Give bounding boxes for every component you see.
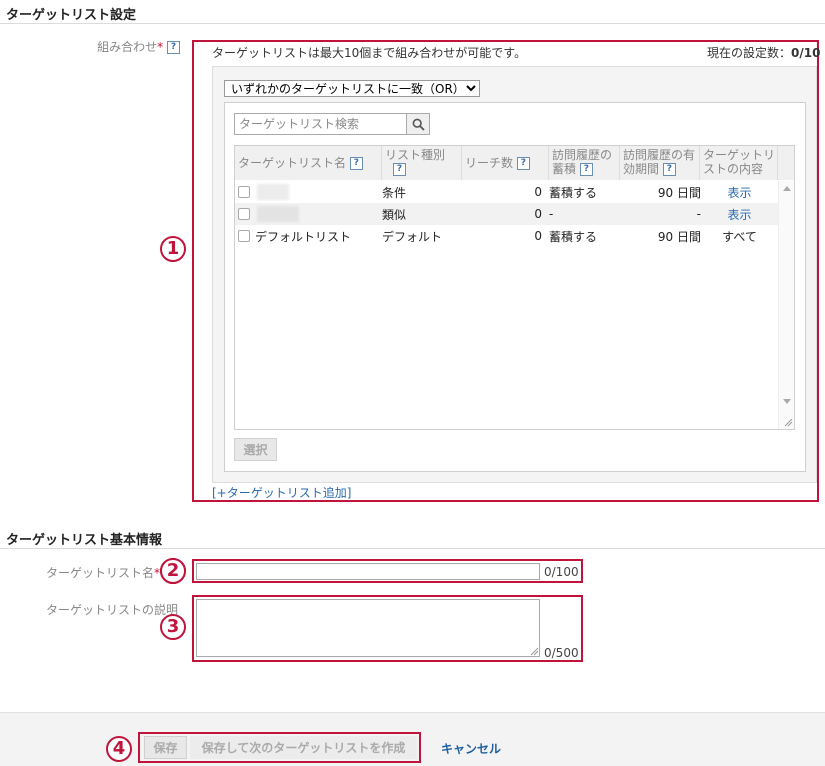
section-title-basic-info: ターゲットリスト基本情報 [6,533,163,548]
resize-grip-icon[interactable] [783,417,793,427]
row-checkbox[interactable] [238,186,250,198]
row-content-link[interactable]: 表示 [701,206,778,223]
table-scrollbar[interactable] [778,181,794,429]
scroll-up-icon[interactable] [783,186,791,191]
current-count-label: 現在の設定数： [707,46,792,60]
combine-label-row: 組み合わせ* ? [40,38,180,55]
textarea-resize-icon[interactable] [530,647,539,656]
callout-number-3: 3 [160,614,186,640]
column-header-reach[interactable]: リーチ数 ? [462,146,549,180]
row-type: デフォルト [382,229,443,244]
target-list-name-input[interactable] [196,563,540,580]
save-button[interactable]: 保存 [144,736,187,759]
current-count-value: 0/10 [791,46,821,60]
scroll-down-icon[interactable] [783,399,791,404]
match-condition-select[interactable]: いずれかのターゲットリストに一致（OR） [224,80,480,97]
column-header-content[interactable]: ターゲットリストの内容 [700,146,778,180]
help-question-icon[interactable]: ? [349,157,363,170]
row-name: デフォルトリスト [255,229,352,244]
row-period: - [696,207,701,221]
section-title-target-list-settings: ターゲットリスト設定 [6,8,137,23]
target-list-search-input[interactable] [234,113,407,135]
combine-info-text: ターゲットリストは最大10個まで組み合わせが可能です。 [212,46,527,60]
row-content: すべて [722,229,757,244]
callout-number-1: 1 [160,236,186,262]
table-body: 条件 0 蓄積する 90 日間 表示 類似 0 - - 表示 デフォルトリスト … [235,181,778,247]
row-accumulate: 蓄積する [549,185,598,200]
name-char-counter: 0/100 [544,565,579,579]
search-icon [412,118,425,131]
help-question-icon[interactable]: ? [516,157,530,170]
row-checkbox[interactable] [238,208,250,220]
column-header-accumulate[interactable]: 訪問履歴の蓄積 ? [549,146,620,180]
required-mark: * [157,40,164,54]
row-type: 類似 [382,207,407,222]
table-row[interactable]: 類似 0 - - 表示 [235,203,778,225]
callout-number-2-overlay: 2 [160,558,186,584]
save-and-create-next-button[interactable]: 保存して次のターゲットリストを作成 [190,736,417,759]
help-question-icon[interactable]: ? [167,41,180,54]
section-divider [0,23,825,24]
row-period: 90 日間 [657,229,701,244]
current-count: 現在の設定数：0/10 [707,44,820,61]
blurred-list-name [257,184,289,200]
search-button[interactable] [406,113,430,135]
cancel-link[interactable]: キャンセル [441,740,501,757]
help-question-icon[interactable]: ? [579,163,593,176]
help-question-icon[interactable]: ? [393,163,406,176]
table-row[interactable]: デフォルトリスト デフォルト 0 蓄積する 90 日間 すべて [235,225,778,247]
column-header-type[interactable]: リスト種別? [382,146,462,180]
desc-char-counter: 0/500 [544,646,579,660]
required-mark: * [154,566,160,580]
row-accumulate: 蓄積する [549,229,598,244]
blurred-list-name [257,206,299,222]
row-content-link[interactable]: 表示 [701,184,778,201]
row-reach: 0 [534,229,542,243]
table-row[interactable]: 条件 0 蓄積する 90 日間 表示 [235,181,778,203]
row-accumulate: - [549,207,554,221]
column-header-name[interactable]: ターゲットリスト名 ? [235,146,382,180]
target-list-description-textarea[interactable] [196,599,540,657]
name-label: ターゲットリスト名 [45,566,154,580]
header-scroll-spacer [778,146,794,180]
desc-label: ターゲットリストの説明 [45,603,178,617]
row-type: 条件 [382,185,407,200]
select-button[interactable]: 選択 [234,438,277,461]
row-period: 90 日間 [657,185,701,200]
help-question-icon[interactable]: ? [662,163,676,176]
combine-label: 組み合わせ [97,40,158,54]
name-label-row: ターゲットリスト名* [10,564,160,581]
row-reach: 0 [534,207,542,221]
add-target-list-link[interactable]: [+ターゲットリスト追加] [212,484,351,501]
callout-number-4: 4 [106,736,132,762]
row-reach: 0 [534,185,542,199]
column-header-period[interactable]: 訪問履歴の有効期間 ? [620,146,700,180]
section-divider [0,548,825,549]
row-checkbox[interactable] [238,230,250,242]
